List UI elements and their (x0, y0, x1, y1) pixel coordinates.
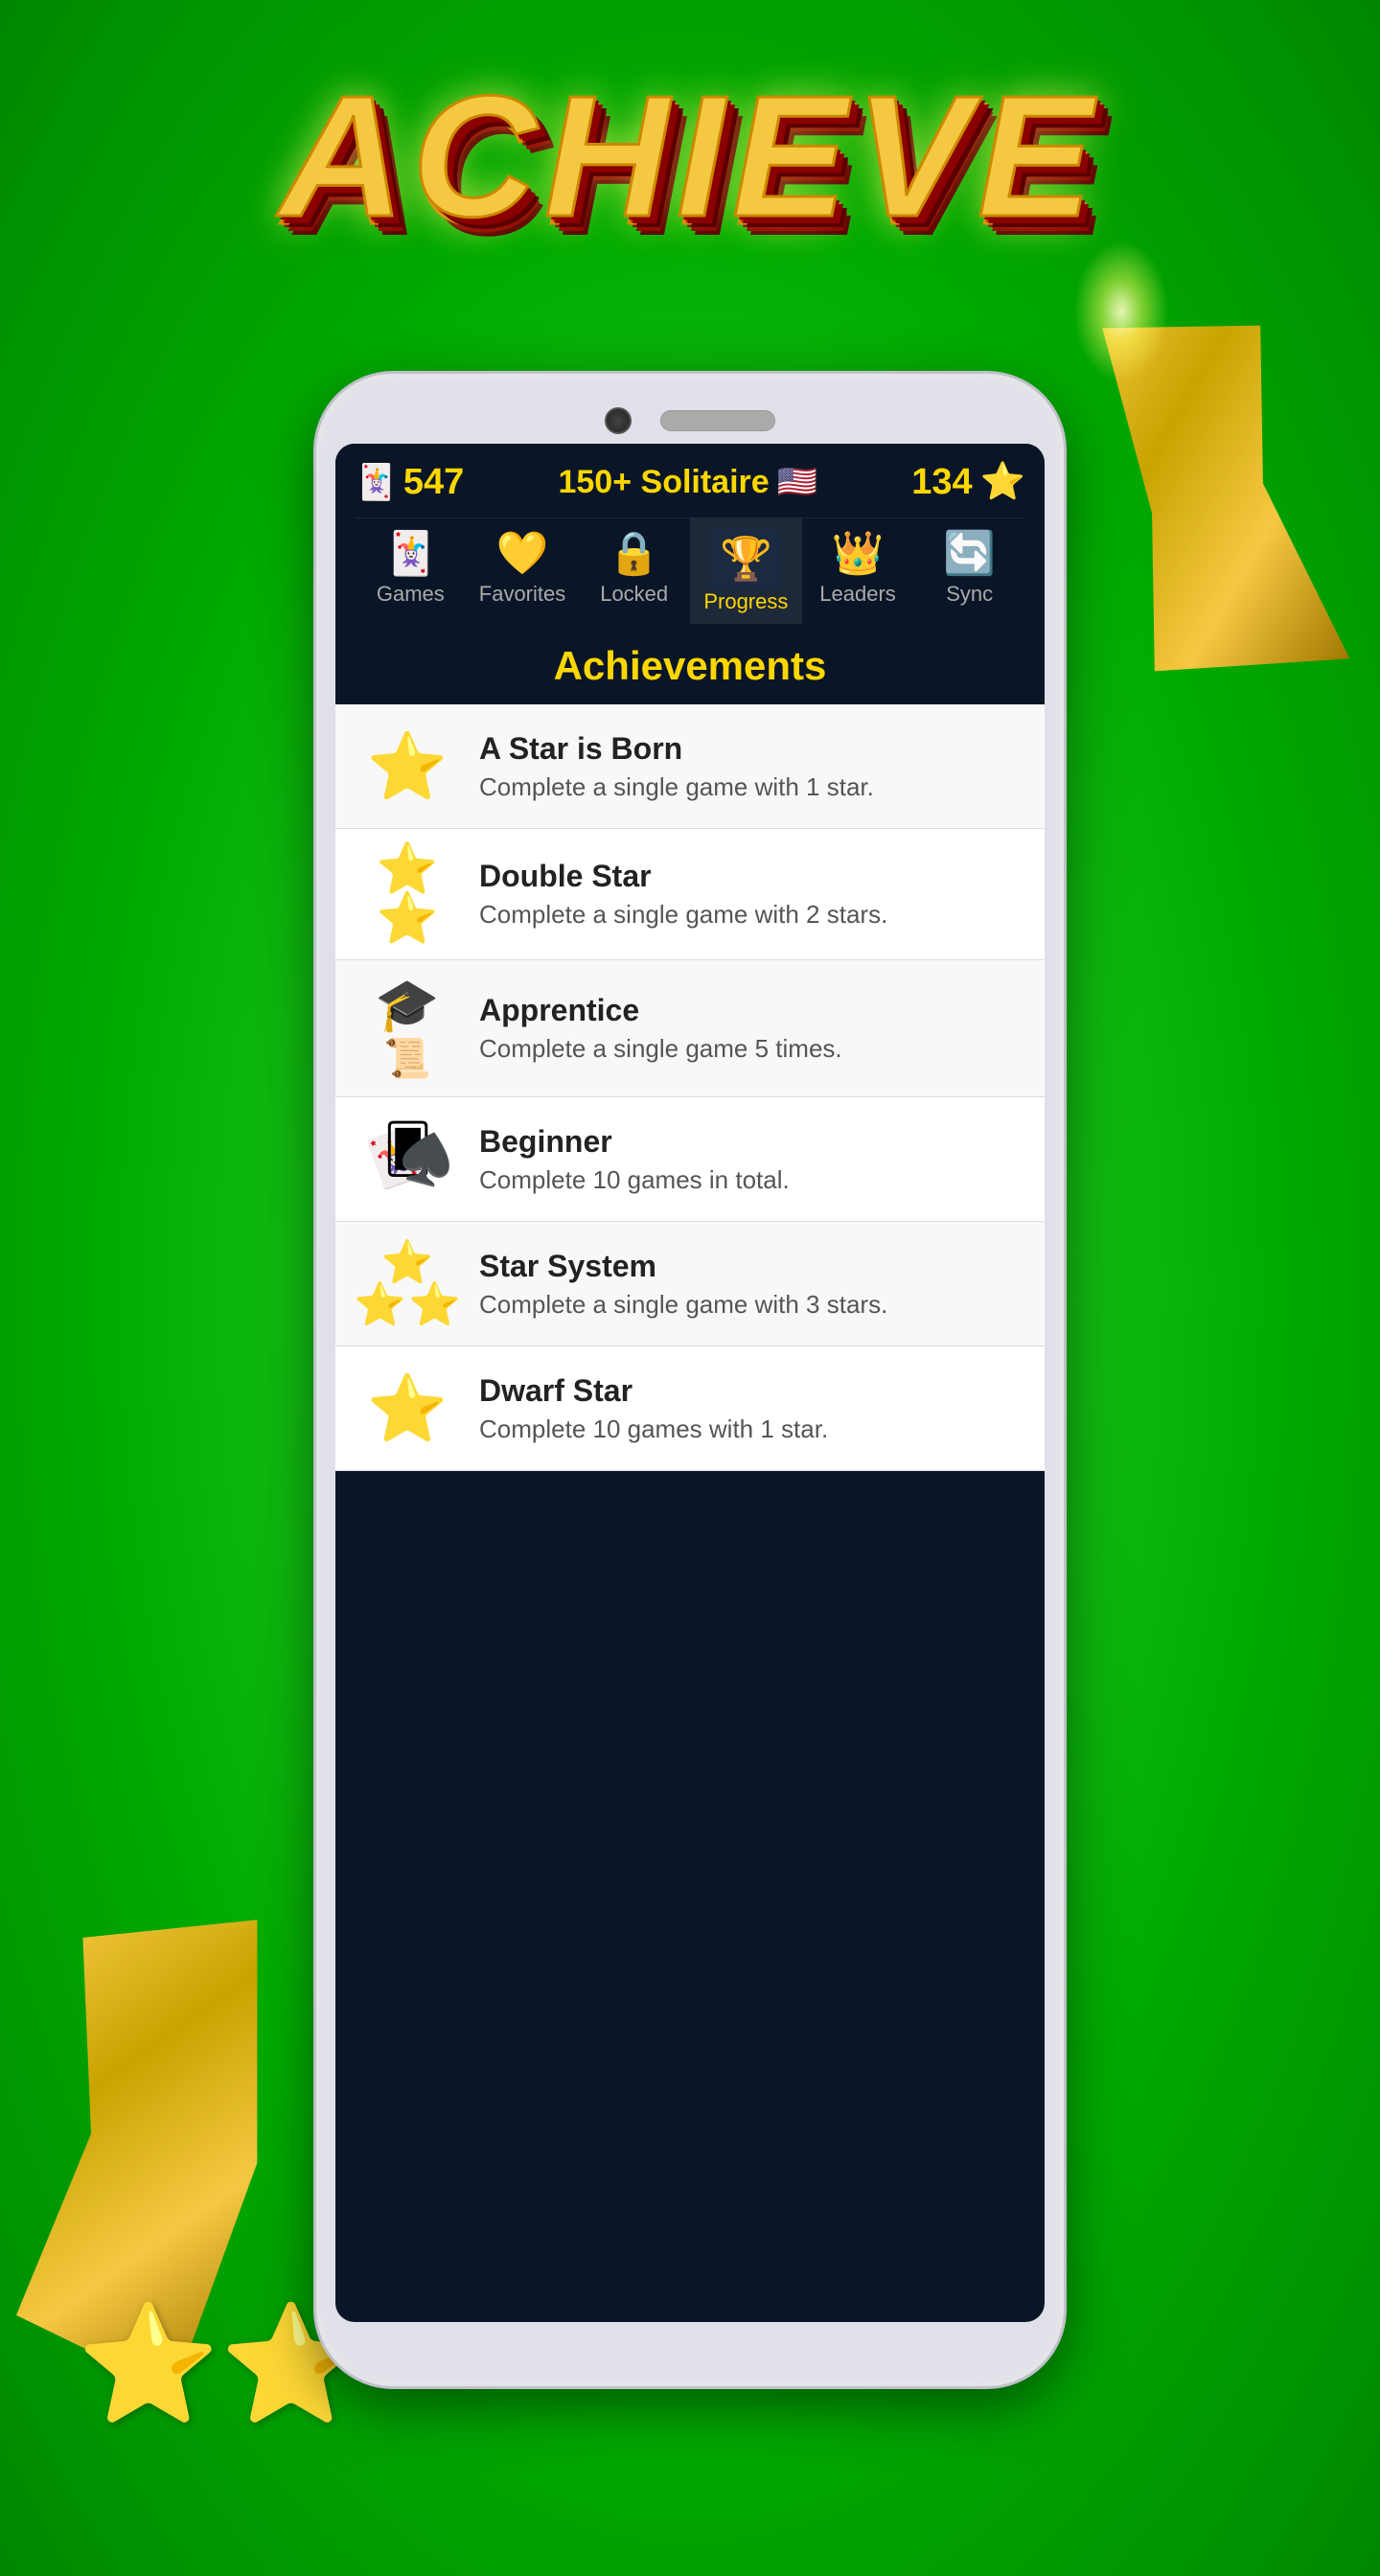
graduation-icon: 🎓 📜 (375, 976, 439, 1081)
locked-icon: 🔒 (608, 528, 660, 578)
achievement-icon-star-system: ⭐ ⭐ ⭐ (355, 1242, 460, 1326)
phone-frame: 🃏 547 150+ Solitaire 🇺🇸 134 ⭐ � (316, 374, 1064, 2386)
achievement-name-apprentice: Apprentice (479, 993, 1025, 1028)
progress-icon: 🏆 (720, 536, 772, 583)
achievement-item-star-system: ⭐ ⭐ ⭐ Star System Complete a single game… (335, 1222, 1045, 1346)
tab-favorites[interactable]: 💛 Favorites (467, 518, 579, 624)
achievement-name-star-born: A Star is Born (479, 731, 1025, 767)
achievement-item-dwarf-star: ⭐ Dwarf Star Complete 10 games with 1 st… (335, 1346, 1045, 1471)
achievement-icon-apprentice: 🎓 📜 (355, 976, 460, 1081)
locked-label: Locked (600, 582, 668, 607)
sync-label: Sync (946, 582, 993, 607)
achievement-text-star-system: Star System Complete a single game with … (479, 1249, 1025, 1320)
phone-screen: 🃏 547 150+ Solitaire 🇺🇸 134 ⭐ � (335, 444, 1045, 2322)
score-right: 134 (911, 462, 972, 503)
star-icon: ⭐ (980, 461, 1025, 503)
phone-camera (605, 407, 632, 434)
achievement-icon-dwarf-star: ⭐ (355, 1370, 460, 1447)
flag-icon: 🇺🇸 (777, 463, 817, 501)
tab-games[interactable]: 🃏 Games (355, 518, 467, 624)
leaders-label: Leaders (819, 582, 896, 607)
achievement-name-double-star: Double Star (479, 859, 1025, 894)
score-left: 547 (403, 462, 464, 503)
achievement-name-dwarf-star: Dwarf Star (479, 1373, 1025, 1409)
games-icon: 🃏 (384, 528, 437, 578)
app-name-text: 150+ Solitaire (558, 464, 769, 501)
achievement-text-star-born: A Star is Born Complete a single game wi… (479, 731, 1025, 802)
favorites-label: Favorites (479, 582, 565, 607)
tab-progress[interactable]: 🏆 Progress (690, 518, 802, 624)
tab-leaders[interactable]: 👑 Leaders (802, 518, 914, 624)
three-stars-icon: ⭐ ⭐ ⭐ (354, 1242, 461, 1326)
achievement-icon-double-star: ⭐ ⭐ (355, 844, 460, 944)
phone-outer-frame: 🃏 547 150+ Solitaire 🇺🇸 134 ⭐ � (316, 374, 1064, 2386)
leaders-icon: 👑 (832, 528, 885, 578)
score-right-area: 134 ⭐ (911, 461, 1025, 503)
achievement-item-apprentice: 🎓 📜 Apprentice Complete a single game 5 … (335, 960, 1045, 1097)
app-title-bar: 🃏 547 150+ Solitaire 🇺🇸 134 ⭐ (355, 461, 1025, 518)
favorites-icon: 💛 (496, 528, 549, 578)
achievement-desc-apprentice: Complete a single game 5 times. (479, 1034, 1025, 1064)
achieve-title: ACHIEVE (280, 58, 1100, 256)
achievement-desc-dwarf-star: Complete 10 games with 1 star. (479, 1414, 1025, 1444)
double-star-icon-2: ⭐ (377, 894, 439, 944)
achievement-name-beginner: Beginner (479, 1124, 1025, 1160)
achievement-desc-star-born: Complete a single game with 1 star. (479, 772, 1025, 802)
achievement-item-double-star: ⭐ ⭐ Double Star Complete a single game w… (335, 829, 1045, 960)
achievement-item-beginner: 🃏 🂠 ♠️ Beginner Complete 10 games in tot… (335, 1097, 1045, 1222)
double-star-icon-1: ⭐ (377, 844, 439, 894)
achievement-text-apprentice: Apprentice Complete a single game 5 time… (479, 993, 1025, 1064)
star-born-icon: ⭐ (367, 728, 448, 805)
achievement-desc-beginner: Complete 10 games in total. (479, 1165, 1025, 1195)
nav-tabs: 🃏 Games 💛 Favorites 🔒 Locked 🏆 (355, 518, 1025, 624)
app-header: 🃏 547 150+ Solitaire 🇺🇸 134 ⭐ � (335, 444, 1045, 624)
achievements-header: Achievements (335, 624, 1045, 704)
phone-top-bar (335, 393, 1045, 444)
achievement-text-dwarf-star: Dwarf Star Complete 10 games with 1 star… (479, 1373, 1025, 1444)
achievement-text-double-star: Double Star Complete a single game with … (479, 859, 1025, 930)
games-label: Games (377, 582, 445, 607)
achievement-desc-double-star: Complete a single game with 2 stars. (479, 900, 1025, 930)
cards-icon: 🃏 (355, 462, 398, 502)
achievement-icon-beginner: 🃏 🂠 ♠️ (355, 1121, 460, 1198)
sync-icon: 🔄 (943, 528, 996, 578)
achievement-desc-star-system: Complete a single game with 3 stars. (479, 1290, 1025, 1320)
achievement-text-beginner: Beginner Complete 10 games in total. (479, 1124, 1025, 1195)
app-title: 150+ Solitaire 🇺🇸 (558, 463, 817, 501)
achievement-item-star-born: ⭐ A Star is Born Complete a single game … (335, 704, 1045, 829)
phone-speaker (660, 410, 775, 431)
achievements-list: ⭐ A Star is Born Complete a single game … (335, 704, 1045, 1471)
tab-sync[interactable]: 🔄 Sync (913, 518, 1025, 624)
dwarf-star-icon: ⭐ (367, 1370, 448, 1447)
tab-locked[interactable]: 🔒 Locked (578, 518, 690, 624)
achievements-title: Achievements (554, 643, 827, 688)
achievement-icon-star-born: ⭐ (355, 728, 460, 805)
progress-label: Progress (703, 589, 788, 614)
achievement-name-star-system: Star System (479, 1249, 1025, 1284)
cards-stack-icon: 🃏 🂠 ♠️ (364, 1121, 450, 1198)
